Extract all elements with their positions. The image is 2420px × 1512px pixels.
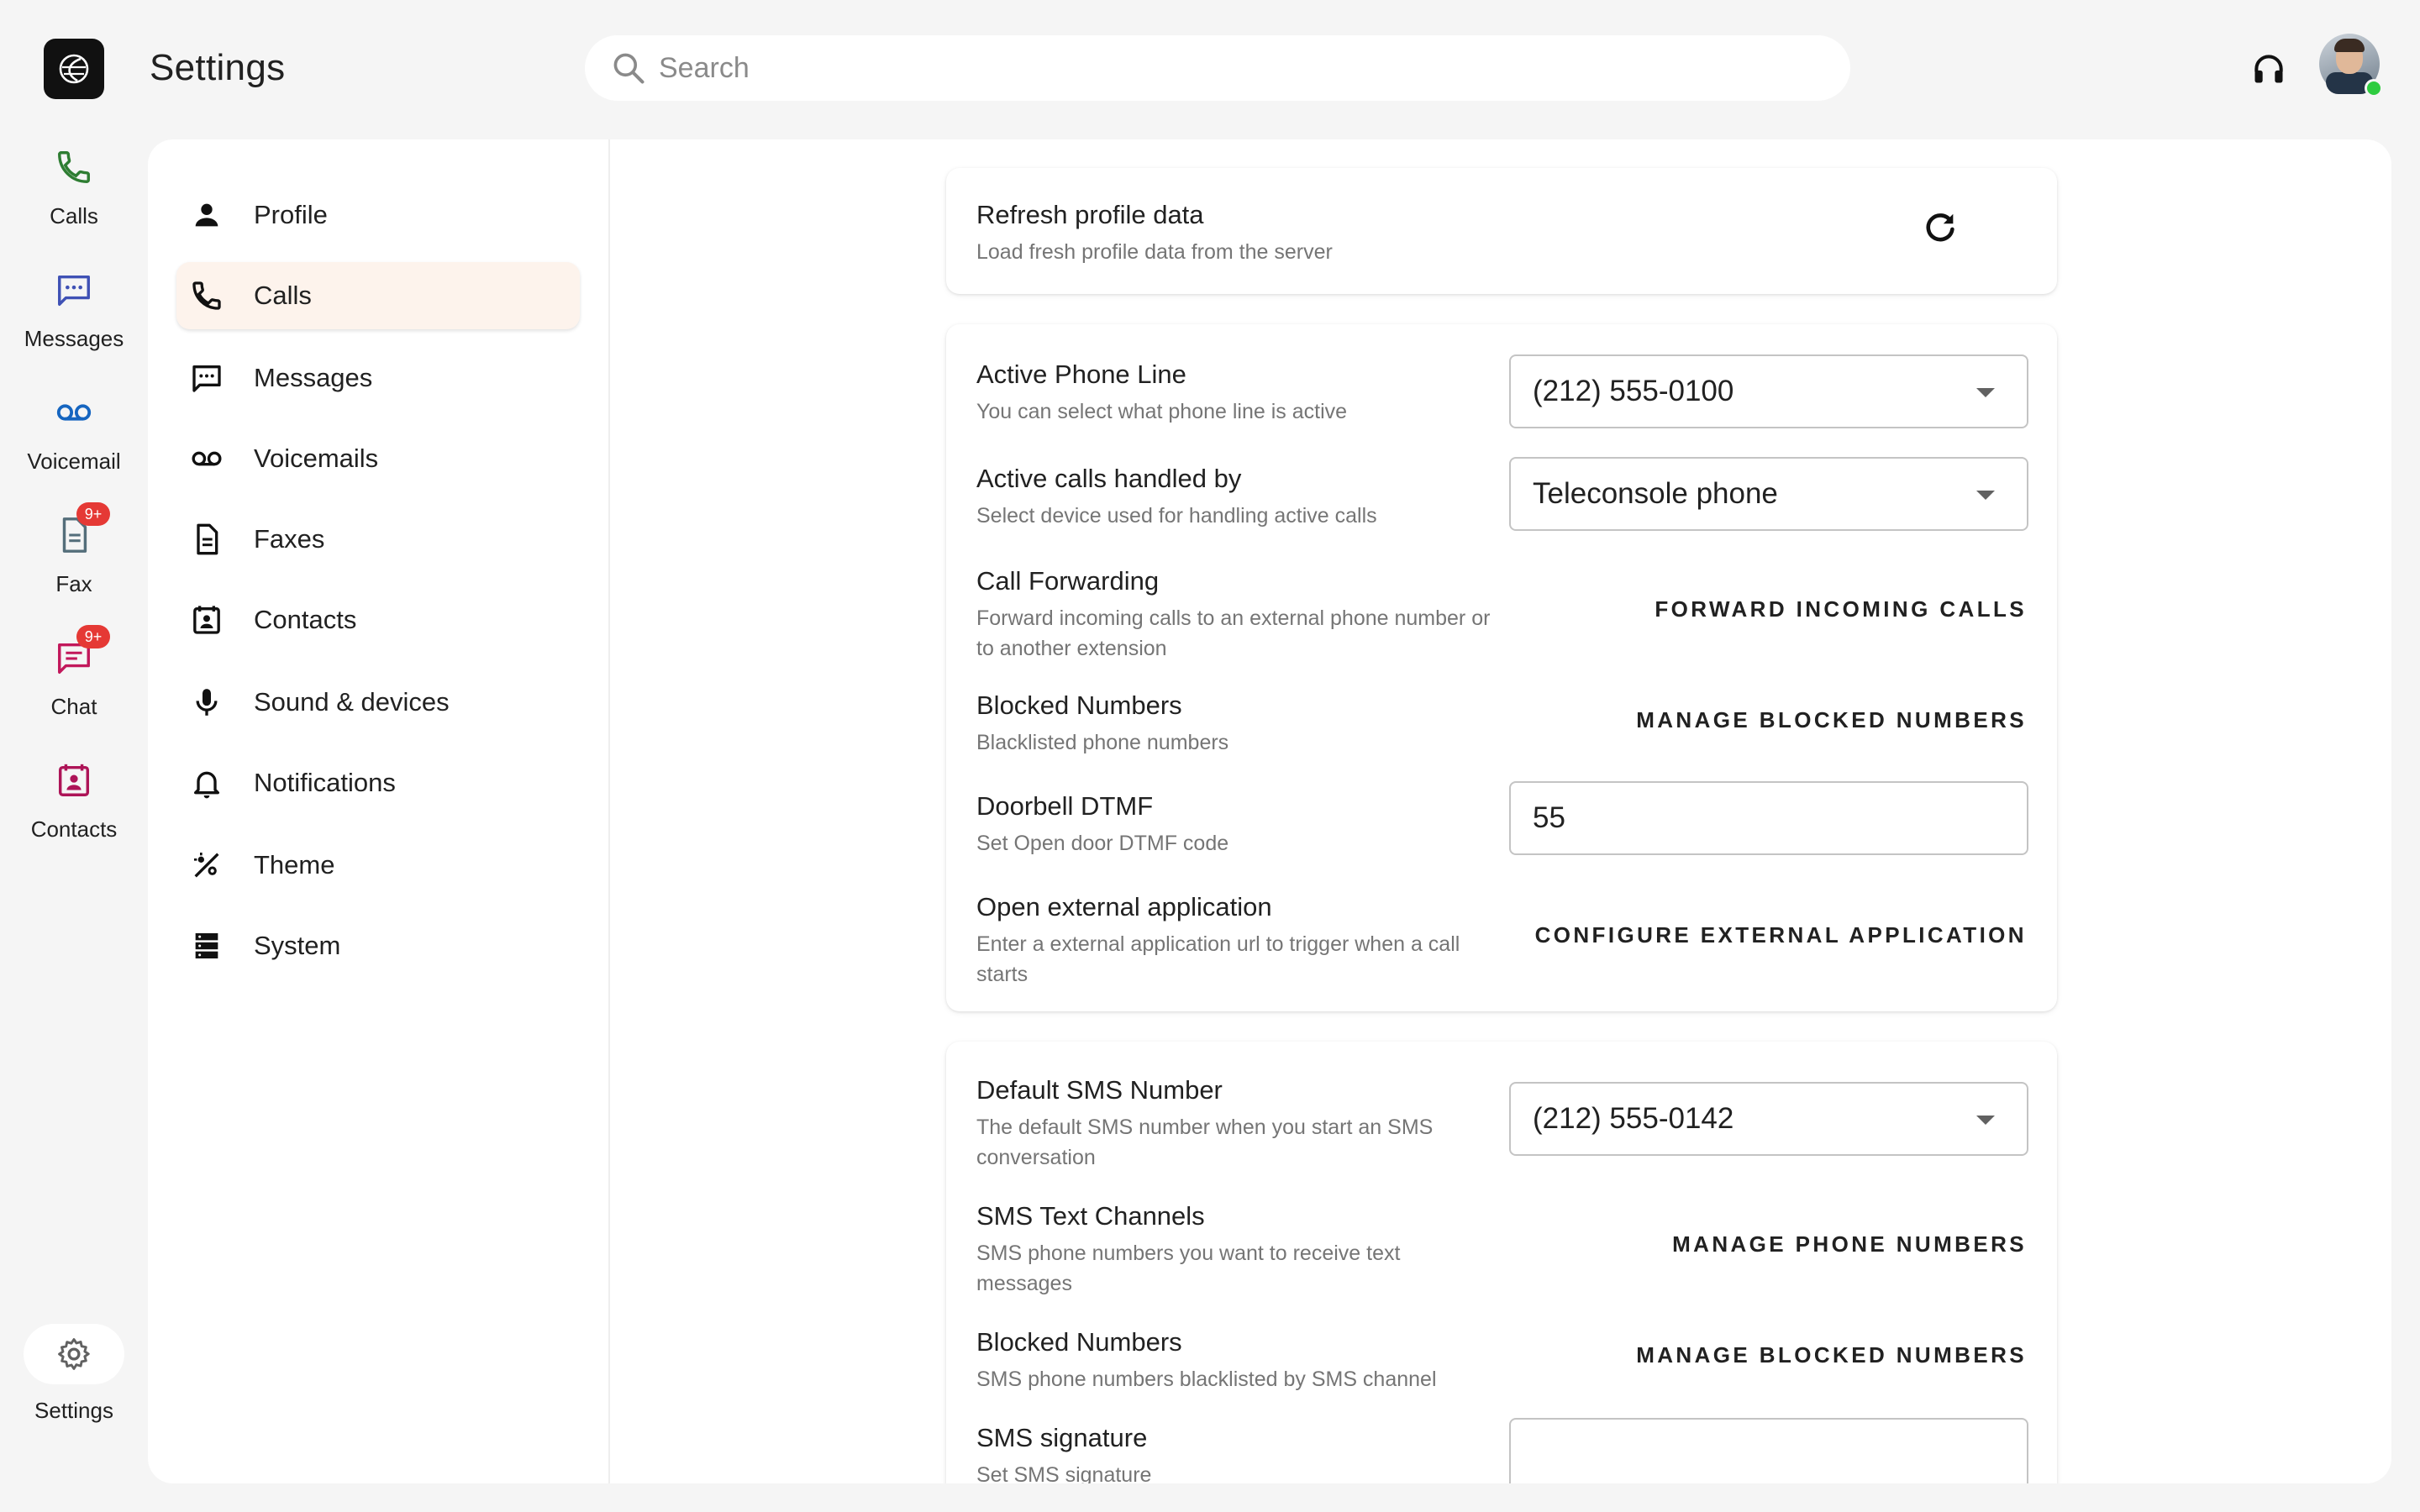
contacts-icon — [193, 606, 220, 634]
settings-button[interactable] — [24, 1324, 124, 1384]
setting-subtitle: Blacklisted phone numbers — [976, 731, 1229, 754]
calls-card: Active Phone Line You can select what ph… — [946, 324, 2057, 1011]
search-input[interactable] — [659, 51, 1751, 85]
rail-label: Contacts — [30, 816, 118, 842]
menu-item-label: Notifications — [254, 768, 396, 797]
contacts-icon — [58, 764, 90, 796]
settings-panel: Profile Calls Messages Voicemails Faxes … — [148, 139, 2391, 1483]
rail-item-messages[interactable]: Messages — [0, 270, 148, 352]
rail-label: Voicemail — [27, 449, 121, 474]
unread-badge: 9+ — [76, 502, 110, 526]
rail-label: Messages — [24, 326, 124, 351]
avatar[interactable] — [2319, 34, 2383, 97]
setting-subtitle: Select device used for handling active c… — [976, 504, 1377, 528]
menu-item-faxes[interactable]: Faxes — [176, 506, 580, 573]
message-icon — [58, 275, 90, 306]
refresh-icon[interactable] — [1921, 208, 1960, 247]
menu-item-label: Theme — [254, 850, 335, 879]
select-value: (212) 555-0100 — [1533, 375, 1734, 407]
message-icon — [192, 365, 221, 392]
voicemail-icon — [192, 451, 222, 466]
menu-item-label: Faxes — [254, 524, 325, 554]
menu-item-profile[interactable]: Profile — [176, 181, 580, 249]
menu-item-messages[interactable]: Messages — [176, 344, 580, 412]
phone-icon — [58, 151, 90, 183]
menu-item-notifications[interactable]: Notifications — [176, 749, 580, 816]
manage-blocked-numbers-button[interactable]: MANAGE BLOCKED NUMBERS — [1636, 707, 2027, 733]
rail-item-calls[interactable]: Calls — [0, 148, 148, 229]
setting-subtitle: Set Open door DTMF code — [976, 832, 1229, 855]
menu-item-label: Calls — [254, 281, 312, 310]
active-line-select[interactable]: (212) 555-0100 — [1509, 354, 2028, 428]
page-title: Settings — [150, 47, 286, 88]
setting-title: Open external application — [976, 892, 1272, 921]
sms-signature-input[interactable] — [1509, 1418, 2028, 1483]
sms-manage-blocked-numbers-button[interactable]: MANAGE BLOCKED NUMBERS — [1636, 1342, 2027, 1368]
unread-badge: 9+ — [76, 625, 110, 648]
dropdown-caret-icon — [1976, 388, 1995, 397]
select-value: (212) 555-0142 — [1533, 1102, 1734, 1135]
setting-title: Call Forwarding — [976, 566, 1160, 596]
setting-subtitle: Enter a external application url to trig… — [976, 932, 1460, 986]
rail-label: Calls — [50, 203, 98, 228]
manage-phone-numbers-button[interactable]: MANAGE PHONE NUMBERS — [1672, 1231, 2027, 1257]
search-icon — [613, 53, 644, 84]
headset-icon[interactable] — [2250, 50, 2287, 87]
menu-item-label: System — [254, 931, 341, 960]
doorbell-dtmf-input[interactable]: 55 — [1509, 781, 2028, 855]
setting-subtitle: SMS phone numbers blacklisted by SMS cha… — [976, 1368, 1437, 1391]
setting-subtitle: The default SMS number when you start an… — [976, 1116, 1434, 1169]
online-status-dot — [2365, 79, 2383, 97]
phone-icon — [192, 281, 221, 310]
setting-subtitle: SMS phone numbers you want to receive te… — [976, 1242, 1401, 1295]
menu-item-calls[interactable]: Calls — [176, 262, 580, 329]
sms-card: Default SMS Number The default SMS numbe… — [946, 1042, 2057, 1483]
app-logo[interactable] — [44, 39, 104, 99]
search-bar[interactable] — [585, 35, 1850, 101]
refresh-row: Refresh profile data Load fresh profile … — [976, 200, 2027, 267]
dropdown-caret-icon — [1976, 1116, 1995, 1125]
microphone-icon — [196, 689, 218, 716]
menu-item-contacts[interactable]: Contacts — [176, 586, 580, 654]
menu-item-label: Profile — [254, 200, 328, 229]
rail-label: Fax — [55, 571, 92, 596]
setting-title: Refresh profile data — [976, 200, 1204, 229]
settings-menu: Profile Calls Messages Voicemails Faxes … — [148, 139, 610, 1483]
input-value: 55 — [1533, 801, 1565, 834]
select-value: Teleconsole phone — [1533, 477, 1778, 510]
setting-subtitle: Set SMS signature — [976, 1463, 1152, 1483]
rail-label: Chat — [50, 694, 97, 719]
theme-icon — [194, 853, 219, 878]
setting-subtitle: Load fresh profile data from the server — [976, 240, 1333, 264]
menu-item-label: Contacts — [254, 605, 357, 634]
configure-external-application-button[interactable]: CONFIGURE EXTERNAL APPLICATION — [1535, 922, 2027, 948]
handled-by-select[interactable]: Teleconsole phone — [1509, 457, 2028, 531]
menu-item-label: Messages — [254, 363, 373, 392]
person-icon — [195, 203, 218, 227]
bell-icon — [194, 771, 219, 799]
server-icon — [195, 933, 218, 958]
settings-label: Settings — [34, 1398, 113, 1423]
menu-item-system[interactable]: System — [176, 912, 580, 979]
menu-item-sound-devices[interactable]: Sound & devices — [176, 669, 580, 736]
menu-item-theme[interactable]: Theme — [176, 832, 580, 899]
gear-icon — [58, 1338, 90, 1370]
dropdown-caret-icon — [1976, 491, 1995, 500]
rail-item-fax[interactable]: 9+ Fax — [0, 502, 148, 597]
setting-subtitle: Forward incoming calls to an external ph… — [976, 606, 1491, 660]
refresh-card: Refresh profile data Load fresh profile … — [946, 168, 2057, 294]
menu-item-label: Sound & devices — [254, 687, 450, 717]
menu-item-label: Voicemails — [254, 444, 379, 473]
menu-item-voicemails[interactable]: Voicemails — [176, 425, 580, 492]
setting-subtitle: You can select what phone line is active — [976, 400, 1348, 423]
forward-incoming-calls-button[interactable]: FORWARD INCOMING CALLS — [1655, 596, 2027, 622]
rail-item-chat[interactable]: 9+ Chat — [0, 625, 148, 720]
rail-item-voicemail[interactable]: Voicemail — [0, 393, 148, 475]
globe-logo-icon — [59, 54, 89, 84]
rail-item-contacts[interactable]: Contacts — [0, 761, 148, 843]
voicemail-icon — [56, 404, 92, 421]
default-sms-number-select[interactable]: (212) 555-0142 — [1509, 1082, 2028, 1156]
document-icon — [197, 523, 218, 555]
setting-title: SMS Text Channels — [976, 1201, 1205, 1231]
